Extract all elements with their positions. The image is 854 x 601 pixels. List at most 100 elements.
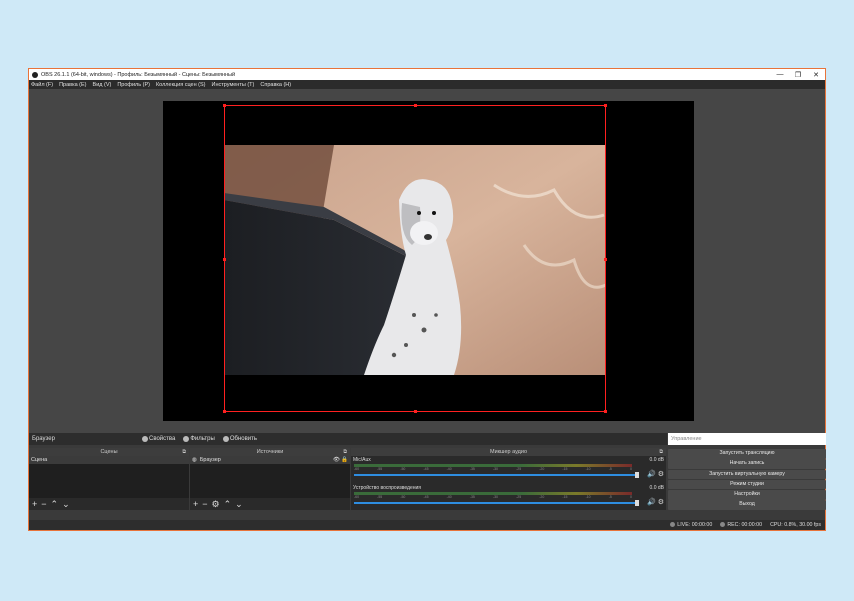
start-recording-button[interactable]: Начать запись xyxy=(668,459,826,469)
start-streaming-button[interactable]: Запустить трансляцию xyxy=(668,449,826,459)
move-down-icon[interactable]: ⌄ xyxy=(62,499,70,510)
menu-profile[interactable]: Профиль (P) xyxy=(117,82,150,88)
source-context-bar: Браузер Свойства Фильтры Обновить xyxy=(29,433,667,445)
audio-mixer-dock: Микшер аудио ⧉ Mic/Aux 0.0 dB -60 -55 -50-… xyxy=(351,448,666,510)
speaker-icon[interactable]: 🔊 xyxy=(647,471,656,478)
title-bar: OBS 26.1.1 (64-bit, windows) - Профиль: … xyxy=(29,69,825,80)
properties-label: Свойства xyxy=(149,436,176,442)
tick-label: -50 xyxy=(400,467,406,471)
menu-tools[interactable]: Инструменты (T) xyxy=(212,82,255,88)
volume-slider[interactable] xyxy=(354,500,639,506)
speaker-icon[interactable]: 🔊 xyxy=(647,499,656,506)
resize-handle[interactable] xyxy=(604,410,607,413)
maximize-button[interactable]: ❐ xyxy=(789,71,807,79)
scenes-dock: Сцены ⧉ Сцена + − ⌃ ⌄ xyxy=(29,448,189,510)
menu-edit[interactable]: Правка (E) xyxy=(59,82,86,88)
window-title: OBS 26.1.1 (64-bit, windows) - Профиль: … xyxy=(41,71,236,78)
channel-name: Устройство воспроизведения xyxy=(353,485,422,491)
settings-button[interactable]: Настройки xyxy=(668,490,826,500)
tick-label: -60 xyxy=(354,467,360,471)
tick-label: -5 xyxy=(608,495,612,499)
menu-scene-collection[interactable]: Коллекция сцен (S) xyxy=(156,82,206,88)
move-up-icon[interactable]: ⌃ xyxy=(51,499,59,510)
tick-label: -35 xyxy=(469,467,475,471)
resize-handle[interactable] xyxy=(223,258,226,261)
resize-handle[interactable] xyxy=(223,104,226,107)
gear-icon[interactable]: ⚙ xyxy=(658,499,664,506)
resize-handle[interactable] xyxy=(414,410,417,413)
tick-label: -45 xyxy=(423,495,429,499)
refresh-icon xyxy=(222,436,229,442)
list-item[interactable]: Сцена xyxy=(29,456,189,464)
controls-dock: Запустить трансляцию Начать запись Запус… xyxy=(668,449,826,511)
list-item[interactable]: ◍ Браузер 👁 🔒 xyxy=(190,456,350,464)
source-selection-box[interactable] xyxy=(223,104,607,413)
tick-label: 0 xyxy=(629,467,632,471)
resize-handle[interactable] xyxy=(604,258,607,261)
sources-header-label: Источники xyxy=(256,449,284,455)
gear-icon[interactable]: ⚙ xyxy=(212,499,220,510)
tick-label: -25 xyxy=(516,495,522,499)
menu-bar: Файл (F) Правка (E) Вид (V) Профиль (P) … xyxy=(29,80,825,89)
channel-db: 0.0 dB xyxy=(649,485,664,491)
dock-undock-icon[interactable]: ⧉ xyxy=(343,448,347,456)
refresh-button[interactable]: Обновить xyxy=(222,436,257,442)
dock-undock-icon[interactable]: ⧉ xyxy=(659,448,663,456)
tick-label: 0 xyxy=(629,495,632,499)
move-down-icon[interactable]: ⌄ xyxy=(235,499,243,510)
properties-button[interactable]: Свойства xyxy=(142,436,175,442)
gear-icon xyxy=(142,436,148,442)
preview-area xyxy=(29,89,825,433)
mixer-header: Микшер аудио ⧉ xyxy=(351,448,666,456)
add-icon[interactable]: + xyxy=(32,499,37,509)
tick-label: -40 xyxy=(446,467,452,471)
filters-button[interactable]: Фильтры xyxy=(183,436,215,442)
eye-icon[interactable]: 👁 xyxy=(333,456,340,464)
mixer-body: Mic/Aux 0.0 dB -60 -55 -50 -45 -40 -35 -30 -25-… xyxy=(351,456,666,510)
channel-controls: 🔊 ⚙ xyxy=(647,498,664,506)
live-time: LIVE: 00:00:00 xyxy=(677,522,713,528)
live-icon xyxy=(670,522,676,528)
controls-dock-title: Управление xyxy=(668,433,826,445)
move-up-icon[interactable]: ⌃ xyxy=(224,499,232,510)
minimize-button[interactable]: — xyxy=(771,71,789,78)
add-icon[interactable]: + xyxy=(193,499,198,509)
dock-undock-icon[interactable]: ⧉ xyxy=(182,448,186,456)
lock-icon[interactable]: 🔒 xyxy=(341,456,348,464)
tick-label: -40 xyxy=(446,495,452,499)
cpu-status: CPU: 0.8%, 30.00 fps xyxy=(770,522,821,528)
tick-label: -10 xyxy=(585,495,591,499)
resize-handle[interactable] xyxy=(604,104,607,107)
scenes-toolbar: + − ⌃ ⌄ xyxy=(29,498,189,510)
volume-knob[interactable] xyxy=(635,472,639,478)
tick-label: -20 xyxy=(539,467,545,471)
resize-handle[interactable] xyxy=(414,104,417,107)
gear-icon[interactable]: ⚙ xyxy=(658,471,664,478)
tick-label: -30 xyxy=(492,467,498,471)
volume-knob[interactable] xyxy=(635,500,639,506)
exit-button[interactable]: Выход xyxy=(668,500,826,510)
close-button[interactable]: ✕ xyxy=(807,71,825,79)
menu-file[interactable]: Файл (F) xyxy=(31,82,53,88)
status-bar: LIVE: 00:00:00 REC: 00:00:00 CPU: 0.8%, … xyxy=(29,520,825,530)
resize-handle[interactable] xyxy=(223,410,226,413)
tick-label: -20 xyxy=(539,495,545,499)
studio-mode-button[interactable]: Режим студии xyxy=(668,479,826,490)
filter-icon xyxy=(183,436,190,442)
remove-icon[interactable]: − xyxy=(202,499,207,509)
tick-label: -55 xyxy=(377,495,383,499)
start-virtual-camera-button[interactable]: Запустить виртуальную камеру xyxy=(668,469,826,480)
refresh-label: Обновить xyxy=(229,436,257,442)
remove-icon[interactable]: − xyxy=(41,499,46,509)
tick-label: -60 xyxy=(354,495,360,499)
volume-slider[interactable] xyxy=(354,472,639,478)
menu-help[interactable]: Справка (H) xyxy=(260,82,291,88)
mixer-channel: Устройство воспроизведения 0.0 dB -60 -55… xyxy=(351,484,666,512)
scene-name: Сцена xyxy=(31,457,48,463)
menu-view[interactable]: Вид (V) xyxy=(93,82,112,88)
preview-canvas[interactable] xyxy=(163,101,694,421)
selected-source-name: Браузер xyxy=(32,436,55,442)
channel-db: 0.0 dB xyxy=(649,457,664,463)
tick-label: -5 xyxy=(608,467,612,471)
channel-controls: 🔊 ⚙ xyxy=(647,470,664,478)
